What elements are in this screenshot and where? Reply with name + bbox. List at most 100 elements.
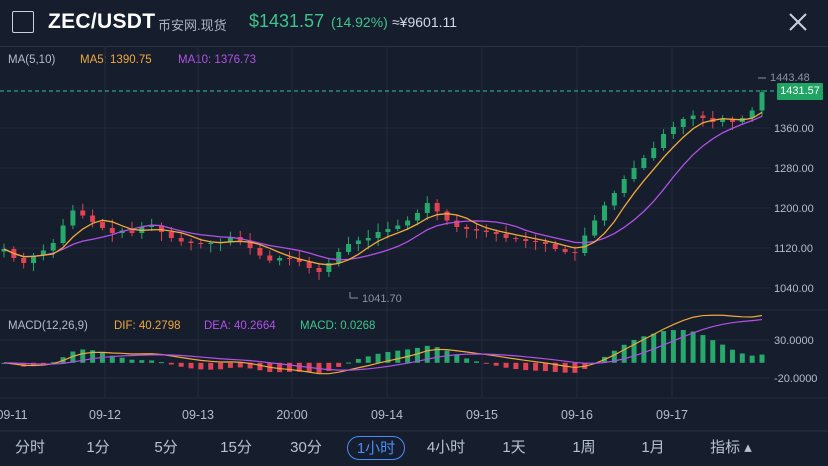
candle-body — [552, 244, 558, 249]
time-label: 20:00 — [276, 408, 307, 422]
macd-bar — [562, 362, 568, 373]
candle-body — [700, 115, 706, 118]
candle-body — [178, 238, 184, 242]
macd-bar — [257, 362, 263, 371]
candle-body — [759, 92, 765, 111]
price-tick: 1200.00 — [774, 203, 814, 215]
tab-1day[interactable]: 1天 — [494, 436, 534, 460]
candle-body — [513, 238, 519, 239]
candle-body — [277, 258, 283, 261]
macd-bar — [454, 354, 460, 363]
time-label: 09-15 — [466, 408, 498, 422]
tab-15min[interactable]: 15分 — [214, 436, 258, 460]
macd-bar — [759, 354, 765, 363]
candle-body — [424, 203, 430, 213]
macd-bar — [355, 359, 361, 363]
candle-body — [690, 115, 696, 119]
time-axis: 09-11 09-12 09-13 20:00 09-14 09-15 09-1… — [0, 408, 688, 422]
time-label: 09-11 — [0, 408, 28, 422]
candle-body — [631, 168, 637, 179]
candle-body — [188, 241, 194, 243]
time-label: 09-12 — [89, 408, 121, 422]
kline-chart[interactable]: 1443.48 1041.70 1360.00 1280.00 1200.00 … — [0, 0, 828, 432]
macd-bar — [513, 362, 519, 370]
macd-bar — [444, 350, 450, 363]
candle-body — [483, 230, 489, 232]
macd-bar — [700, 335, 706, 363]
macd-bar — [346, 362, 352, 364]
macd-tick: 30.0000 — [774, 335, 814, 347]
tab-30min[interactable]: 30分 — [284, 436, 328, 460]
time-label: 09-13 — [182, 408, 214, 422]
tab-1hour[interactable]: 1小时 — [347, 436, 405, 460]
candle-body — [99, 222, 105, 228]
candle-body — [503, 234, 509, 238]
macd-bar — [336, 362, 342, 367]
candle-body — [168, 232, 174, 238]
candle-body — [680, 119, 686, 127]
macd-bar — [680, 330, 686, 363]
candle-body — [286, 258, 292, 259]
candle-body — [306, 262, 312, 268]
macd-bar — [739, 353, 745, 363]
price-tick: 1040.00 — [774, 283, 814, 295]
macd-bar — [218, 362, 224, 370]
macd-bar — [621, 344, 627, 363]
tab-time-share[interactable]: 分时 — [10, 436, 50, 460]
macd-bar — [464, 358, 470, 363]
tab-4hour[interactable]: 4小时 — [420, 436, 472, 460]
candle-body — [661, 134, 667, 148]
candle-body — [464, 227, 470, 229]
candle-body — [670, 127, 676, 134]
candle-body — [474, 229, 480, 231]
macd-bar — [710, 340, 716, 363]
candle-body — [542, 242, 548, 244]
candle-body — [346, 244, 352, 252]
timeframe-bar: 分时 1分 5分 15分 30分 1小时 4小时 1天 1周 1月 指标 ▴ — [0, 431, 828, 466]
macd-bar — [375, 353, 381, 363]
indicator-menu[interactable]: 指标 ▴ — [696, 436, 766, 460]
candle-body — [355, 240, 361, 244]
macd-bar — [690, 331, 696, 363]
macd-bar — [424, 345, 430, 363]
dif-line — [3, 314, 763, 375]
tab-1week[interactable]: 1周 — [564, 436, 604, 460]
macd-bar — [670, 330, 676, 363]
time-label: 09-14 — [371, 408, 403, 422]
tab-5min[interactable]: 5分 — [146, 436, 186, 460]
macd-bar — [661, 331, 667, 363]
tab-1min[interactable]: 1分 — [78, 436, 118, 460]
price-axis: 1360.00 1280.00 1200.00 1120.00 1040.00 — [774, 123, 814, 295]
price-tick: 1120.00 — [774, 243, 813, 255]
candle-body — [90, 215, 96, 222]
macd-bar — [503, 362, 509, 368]
candle-body — [641, 158, 647, 168]
candle-body — [70, 210, 76, 226]
tab-1month[interactable]: 1月 — [633, 436, 673, 460]
candle-body — [572, 252, 578, 253]
time-label: 09-17 — [656, 408, 688, 422]
candle-body — [601, 205, 607, 221]
candle-body — [582, 235, 588, 253]
candle-body — [21, 258, 27, 263]
macd-bar — [119, 357, 125, 363]
macd-bar — [493, 362, 499, 366]
macd-bar — [139, 360, 145, 363]
candle-body — [395, 225, 401, 229]
ma5-line — [3, 111, 763, 266]
candle-body — [592, 220, 598, 236]
price-tick: 1360.00 — [774, 123, 814, 135]
candle-body — [562, 249, 568, 252]
candle-body — [611, 193, 617, 206]
candle-body — [129, 230, 135, 233]
candle-body — [60, 225, 66, 243]
macd-bar — [188, 362, 194, 369]
macd-bar — [483, 362, 489, 364]
macd-bar — [159, 362, 165, 364]
macd-bar — [168, 362, 174, 365]
current-price-tag: 1431.57 — [777, 83, 823, 100]
candle-body — [316, 268, 322, 272]
candle-body — [651, 148, 657, 158]
macd-bar — [542, 362, 548, 372]
macd-bar — [237, 362, 243, 368]
